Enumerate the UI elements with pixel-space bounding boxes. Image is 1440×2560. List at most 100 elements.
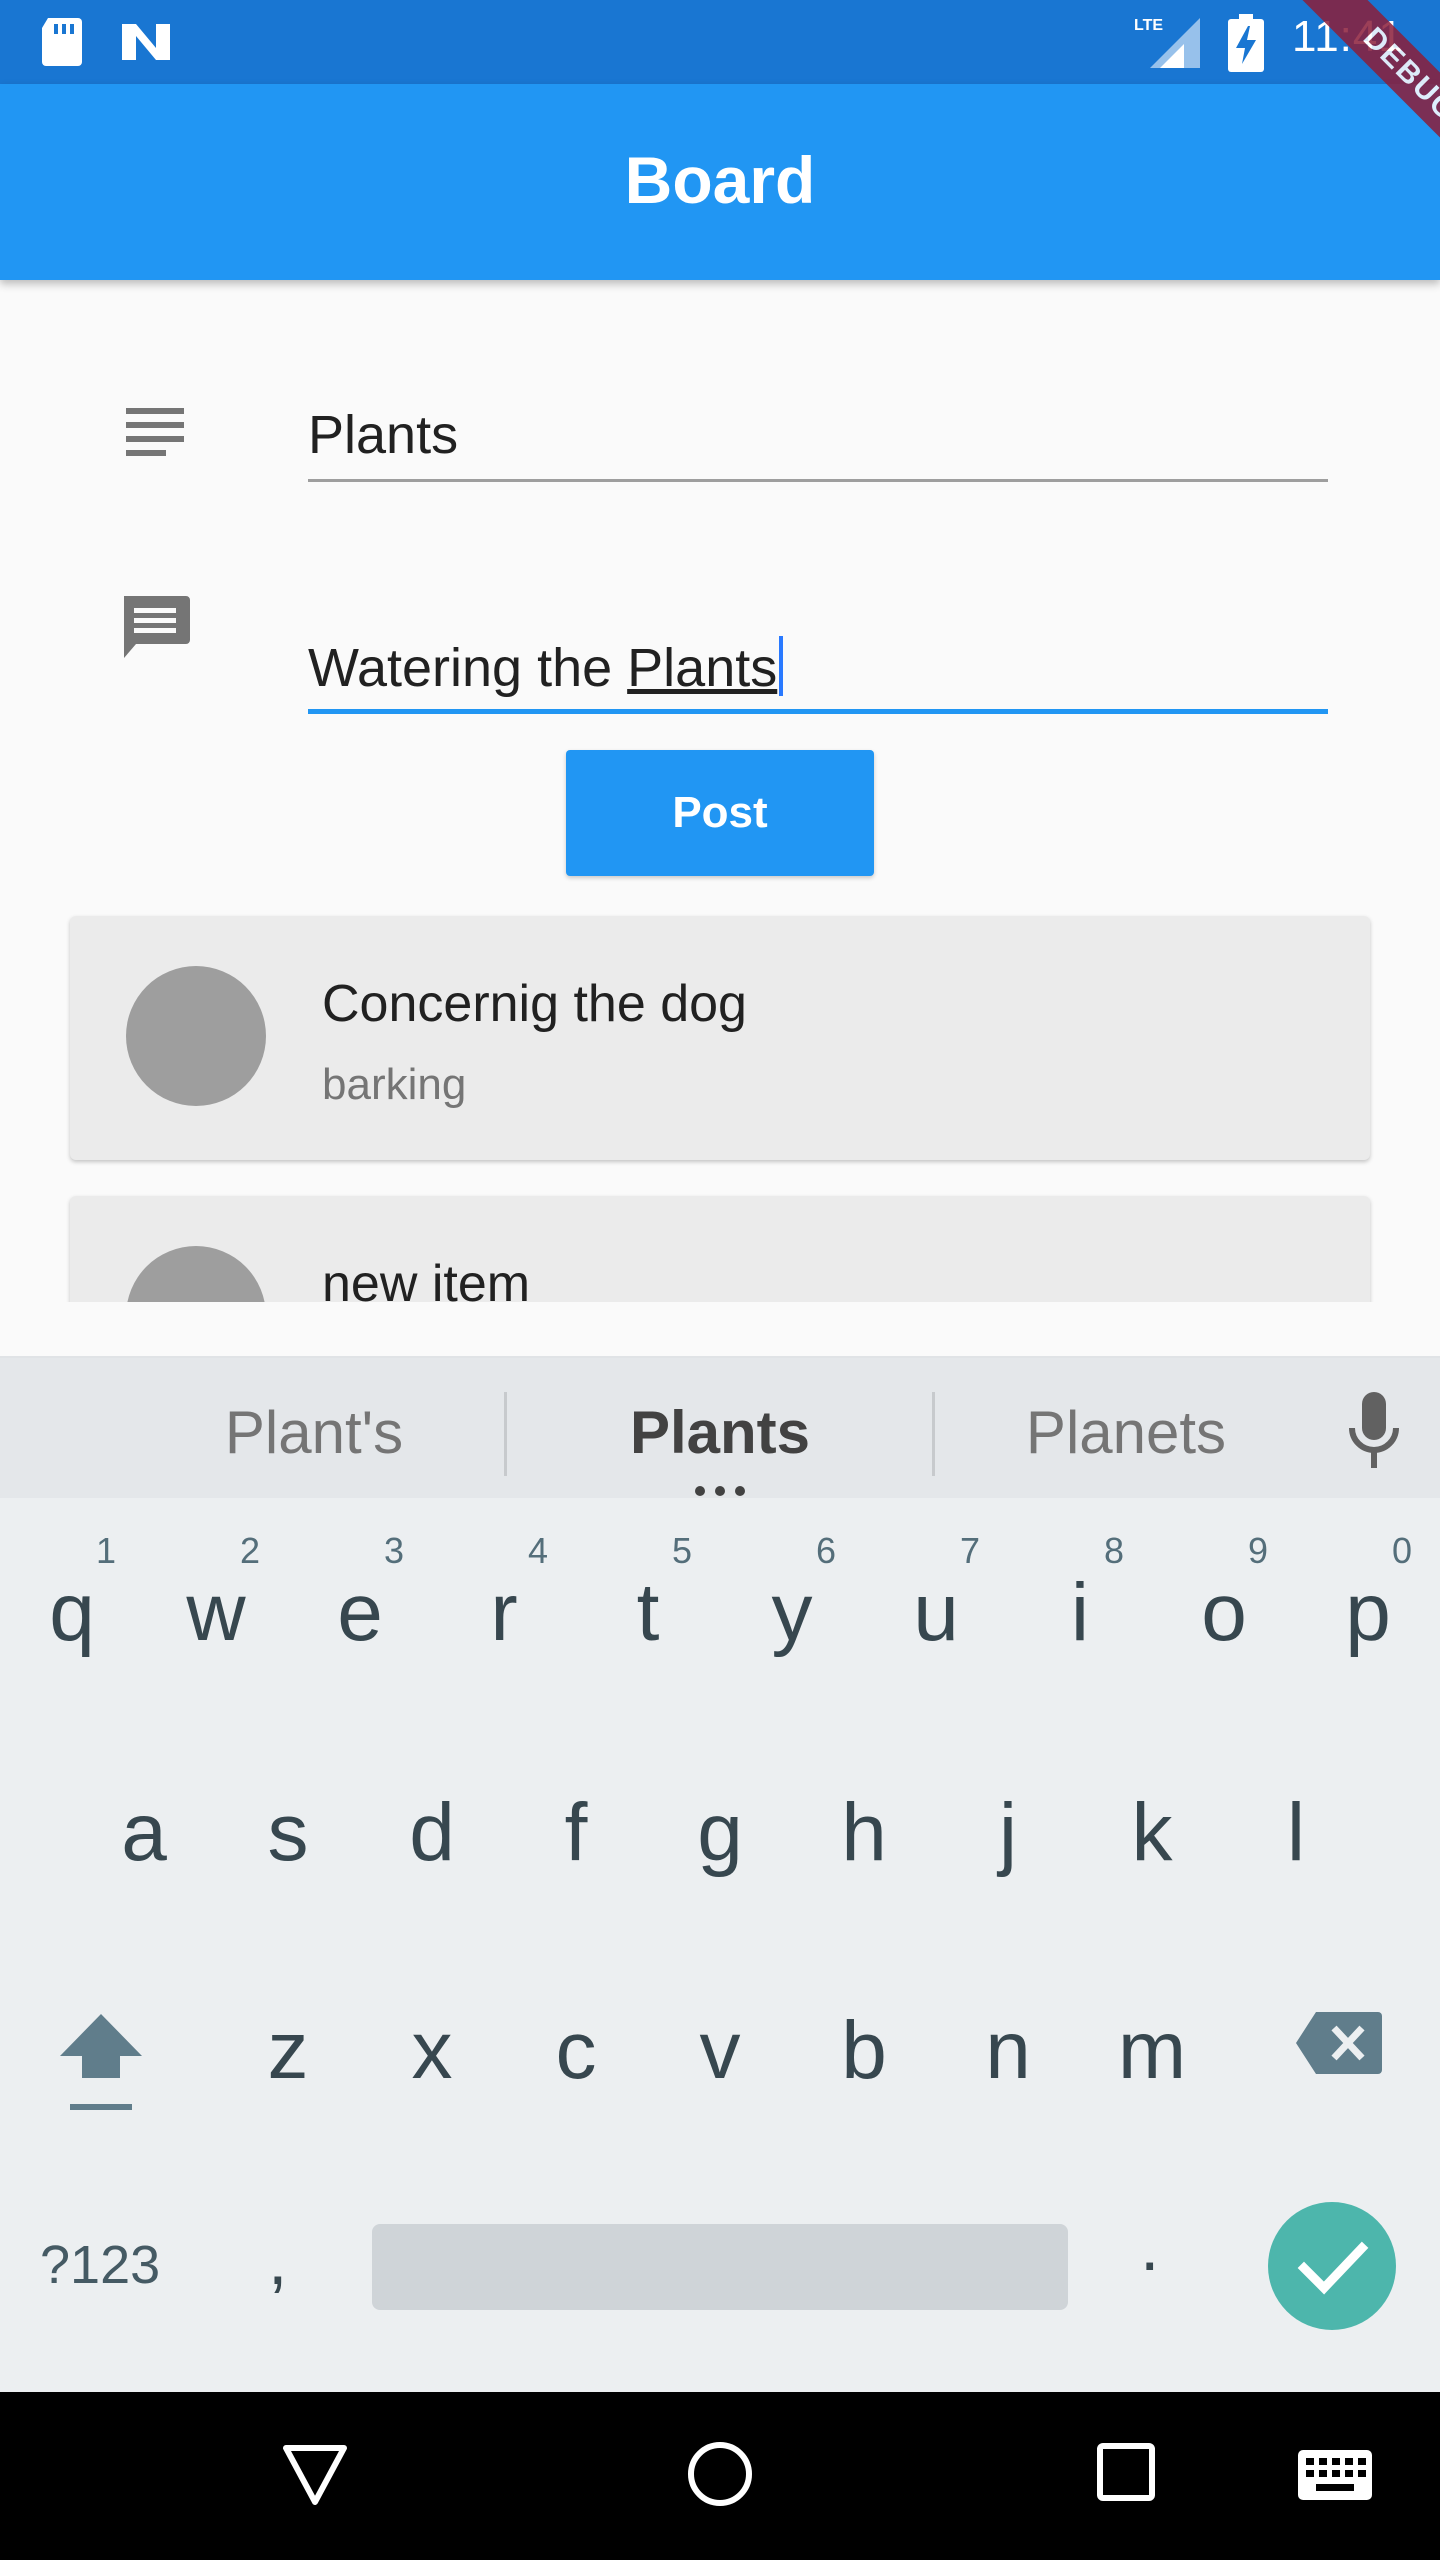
- status-bar: LTE 11:41: [0, 0, 1440, 84]
- list-item-title: new item: [322, 1255, 531, 1302]
- soft-keyboard: Plant's Plants Planets q1w2e3r4t5y6u7i8o…: [0, 1356, 1440, 2392]
- message-icon: [124, 596, 190, 658]
- key-o[interactable]: o9: [1154, 1508, 1294, 1708]
- key-u[interactable]: u7: [866, 1508, 1006, 1708]
- body-input-value: Watering the Plants: [308, 636, 784, 699]
- key-label: l: [1286, 1787, 1306, 1878]
- key-w[interactable]: w2: [146, 1508, 286, 1708]
- list-item[interactable]: Concernig the dog barking: [70, 916, 1370, 1160]
- suggestion-right[interactable]: Planets: [936, 1398, 1316, 1467]
- check-icon: [1297, 2241, 1369, 2295]
- key-p[interactable]: p0: [1298, 1508, 1438, 1708]
- key-label: y: [771, 1567, 813, 1658]
- symbols-key[interactable]: ?123: [40, 2234, 160, 2296]
- list-item-title: Concernig the dog: [322, 975, 747, 1033]
- page-title: Board: [624, 143, 816, 217]
- key-z[interactable]: z: [218, 1946, 358, 2146]
- key-number-hint: 1: [95, 1530, 116, 1571]
- key-number-hint: 4: [527, 1530, 548, 1571]
- key-label: j: [998, 1787, 1018, 1878]
- title-input[interactable]: Plants: [308, 382, 1328, 482]
- body-input[interactable]: Watering the Plants: [308, 614, 1328, 714]
- key-k[interactable]: k: [1082, 1728, 1222, 1928]
- post-list[interactable]: Concernig the dog barking new item: [0, 900, 1440, 1302]
- key-i[interactable]: i8: [1010, 1508, 1150, 1708]
- key-label: t: [636, 1567, 660, 1658]
- app-bar: Board: [0, 84, 1440, 280]
- key-label: p: [1345, 1567, 1391, 1658]
- avatar: [126, 1246, 266, 1302]
- key-t[interactable]: t5: [578, 1508, 718, 1708]
- key-label: r: [490, 1567, 518, 1658]
- key-label: s: [267, 1787, 309, 1878]
- key-d[interactable]: d: [362, 1728, 502, 1928]
- debug-banner-label: DEBUG: [1287, 0, 1440, 198]
- key-b[interactable]: b: [794, 1946, 934, 2146]
- key-label: d: [409, 1787, 455, 1878]
- key-label: f: [564, 1787, 588, 1878]
- body-input-composing-text: Plants: [627, 638, 778, 698]
- microphone-icon[interactable]: [1346, 1390, 1402, 1470]
- key-v[interactable]: v: [650, 1946, 790, 2146]
- suggestion-strip: Plant's Plants Planets: [0, 1358, 1440, 1498]
- space-key[interactable]: [372, 2224, 1068, 2310]
- key-label: w: [186, 1567, 246, 1658]
- key-y[interactable]: y6: [722, 1508, 862, 1708]
- comma-key[interactable]: ,: [268, 2220, 287, 2300]
- key-label: q: [49, 1567, 95, 1658]
- key-label: c: [555, 2005, 597, 2096]
- suggestion-left[interactable]: Plant's: [124, 1398, 504, 1467]
- key-number-hint: 2: [239, 1530, 260, 1571]
- key-l[interactable]: l: [1226, 1728, 1366, 1928]
- post-button[interactable]: Post: [566, 750, 874, 876]
- key-c[interactable]: c: [506, 1946, 646, 2146]
- recents-icon[interactable]: [1096, 2442, 1156, 2502]
- key-number-hint: 8: [1103, 1530, 1124, 1571]
- svg-text:LTE: LTE: [1134, 17, 1163, 34]
- key-number-hint: 3: [383, 1530, 404, 1571]
- key-q[interactable]: q1: [2, 1508, 142, 1708]
- backspace-key-icon[interactable]: [1296, 2010, 1382, 2076]
- avatar: [126, 966, 266, 1106]
- subject-icon: [126, 408, 184, 456]
- key-label: i: [1070, 1567, 1090, 1658]
- key-j[interactable]: j: [938, 1728, 1078, 1928]
- key-f[interactable]: f: [506, 1728, 646, 1928]
- keyboard-switch-icon[interactable]: [1298, 2450, 1372, 2500]
- lte-signal-icon: LTE: [1134, 17, 1200, 68]
- key-label: u: [913, 1567, 959, 1658]
- key-label: e: [337, 1567, 383, 1658]
- suggestion-center[interactable]: Plants: [530, 1398, 910, 1467]
- key-x[interactable]: x: [362, 1946, 502, 2146]
- key-m[interactable]: m: [1082, 1946, 1222, 2146]
- period-key[interactable]: .: [1140, 2206, 1159, 2286]
- key-g[interactable]: g: [650, 1728, 790, 1928]
- key-label: v: [699, 2005, 741, 2096]
- home-icon[interactable]: [686, 2440, 754, 2508]
- suggestion-divider: [504, 1392, 507, 1476]
- key-label: a: [121, 1787, 167, 1878]
- key-number-hint: 7: [959, 1530, 980, 1571]
- debug-banner: DEBUG: [1230, 0, 1440, 210]
- key-s[interactable]: s: [218, 1728, 358, 1928]
- back-icon[interactable]: [280, 2442, 350, 2508]
- key-r[interactable]: r4: [434, 1508, 574, 1708]
- key-label: z: [267, 2005, 309, 2096]
- suggestion-divider: [932, 1392, 935, 1476]
- sd-card-icon: [42, 18, 82, 66]
- key-h[interactable]: h: [794, 1728, 934, 1928]
- key-label: g: [697, 1787, 743, 1878]
- title-input-value: Plants: [308, 405, 459, 465]
- key-label: n: [985, 2005, 1031, 2096]
- key-e[interactable]: e3: [290, 1508, 430, 1708]
- text-cursor: [779, 636, 784, 696]
- key-a[interactable]: a: [74, 1728, 214, 1928]
- enter-key[interactable]: [1268, 2202, 1396, 2330]
- shift-key-icon[interactable]: [56, 2008, 146, 2118]
- key-n[interactable]: n: [938, 1946, 1078, 2146]
- key-number-hint: 6: [815, 1530, 836, 1571]
- key-label: k: [1131, 1787, 1173, 1878]
- list-item[interactable]: new item: [70, 1196, 1370, 1302]
- key-label: h: [841, 1787, 887, 1878]
- key-number-hint: 5: [671, 1530, 692, 1571]
